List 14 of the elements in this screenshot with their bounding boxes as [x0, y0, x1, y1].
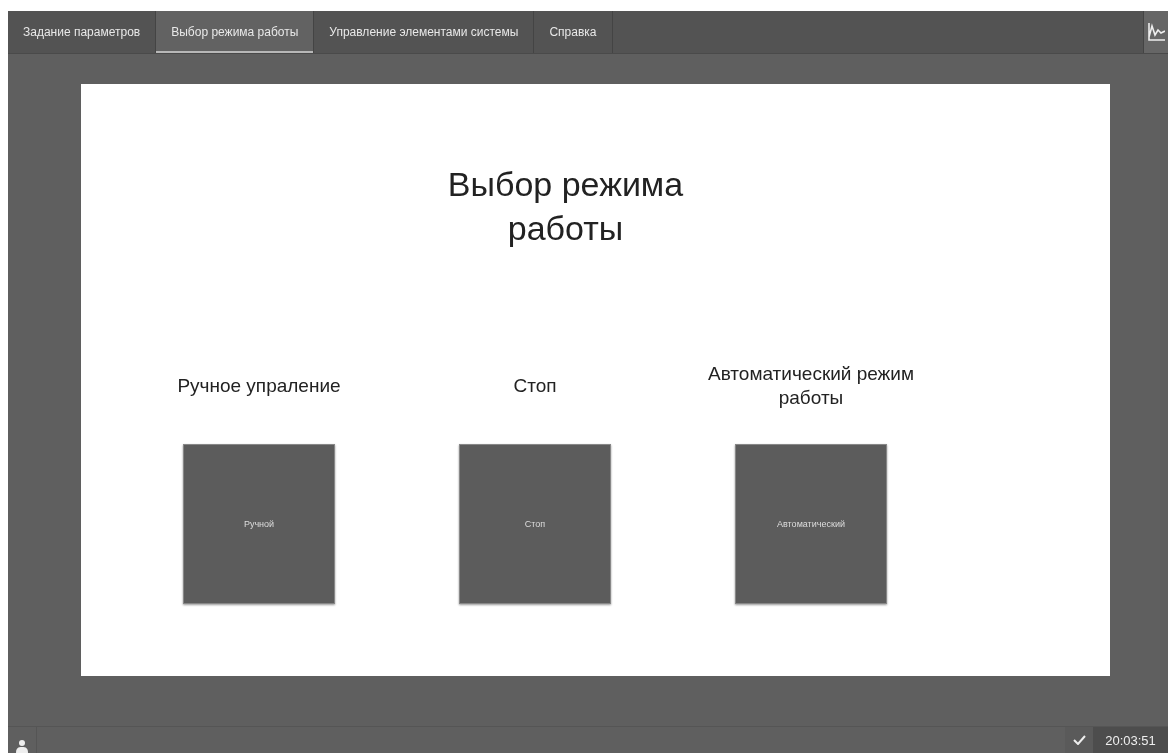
mode-button[interactable]: Ручной [183, 444, 335, 604]
status-button[interactable] [1065, 727, 1093, 753]
mode-label: Стоп [513, 374, 557, 398]
chart-button[interactable] [1143, 11, 1168, 53]
mode-button[interactable]: Автоматический [735, 444, 887, 604]
mode-label: Автоматический режим работы [708, 362, 914, 410]
mode-button[interactable]: Стоп [459, 444, 611, 604]
chart-icon [1147, 21, 1165, 43]
user-icon [16, 739, 28, 753]
clock-time: 20:03:51 [1093, 727, 1168, 753]
page-title: Выбор режима работы [446, 164, 685, 249]
mode-label: Ручное упраление [177, 374, 341, 398]
tab[interactable]: Выбор режима работы [156, 11, 315, 53]
check-icon [1072, 735, 1086, 745]
